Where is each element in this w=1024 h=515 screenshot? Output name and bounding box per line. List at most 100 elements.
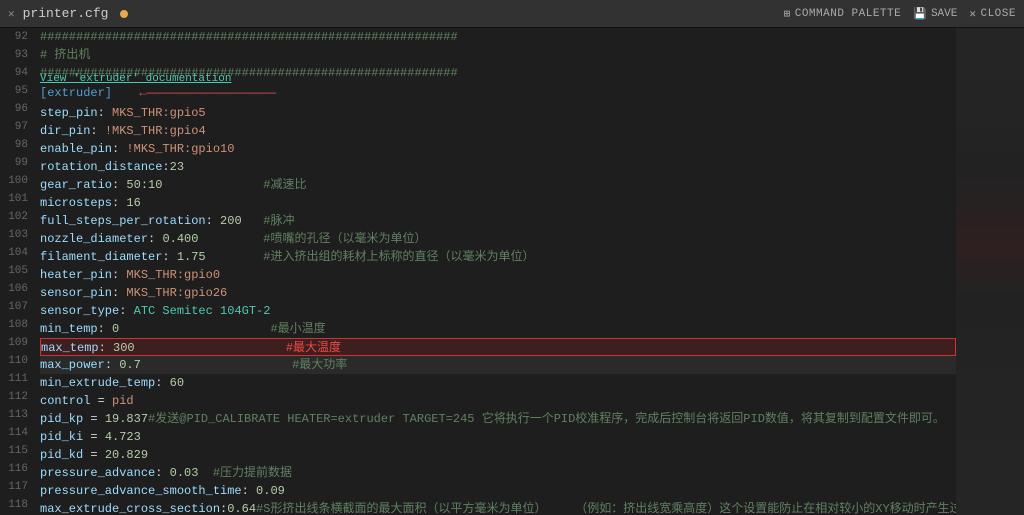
code-line: step_pin: MKS_THR:gpio5: [40, 104, 956, 122]
code-line: enable_pin: !MKS_THR:gpio10: [40, 140, 956, 158]
code-line: min_extrude_temp: 60: [40, 374, 956, 392]
titlebar: ✕ printer.cfg ⊞ COMMAND PALETTE 💾 SAVE ✕…: [0, 0, 1024, 28]
arrow-annotation: ←――――――――――――――――――: [139, 86, 276, 100]
code-key: heater_pin: [40, 268, 112, 282]
close-button[interactable]: ✕ CLOSE: [969, 7, 1016, 21]
code-value: !MKS_THR:gpio4: [105, 124, 206, 138]
code-value: 1.75: [177, 250, 206, 264]
command-palette-label: COMMAND PALETTE: [795, 8, 902, 20]
code-key: step_pin: [40, 106, 98, 120]
code-line: max_extrude_cross_section:0.64#S形挤出线条横截面…: [40, 500, 956, 515]
code-value: 16: [126, 196, 140, 210]
code-line: View 'extruder' documentation [extruder]…: [40, 84, 956, 102]
code-comment: #喷嘴的孔径（以毫米为单位）: [263, 232, 426, 246]
code-line: control = pid: [40, 392, 956, 410]
code-key: sensor_type: [40, 304, 119, 318]
code-line: heater_pin: MKS_THR:gpio0: [40, 266, 956, 284]
code-value: 4.723: [105, 430, 141, 444]
main-area: 92 93 94 95 96 97 98 99 100 101 102 103 …: [0, 28, 1024, 515]
code-comment: #最小温度: [270, 322, 325, 336]
code-key: enable_pin: [40, 142, 112, 156]
code-value: MKS_THR:gpio0: [126, 268, 220, 282]
code-line: dir_pin: !MKS_THR:gpio4: [40, 122, 956, 140]
code-key: microsteps: [40, 196, 112, 210]
code-line: rotation_distance:23: [40, 158, 956, 176]
code-key: control: [40, 394, 90, 408]
code-line: filament_diameter: 1.75 #进入挤出组的耗材上标称的直径（…: [40, 248, 956, 266]
code-line: pressure_advance: 0.03 #压力提前数据: [40, 464, 956, 482]
titlebar-left: ✕ printer.cfg: [8, 6, 128, 21]
code-comment: ########################################…: [40, 30, 458, 44]
code-key: filament_diameter: [40, 250, 162, 264]
window-close-icon[interactable]: ✕: [8, 7, 15, 21]
code-value: 0.64: [227, 502, 256, 515]
save-button[interactable]: 💾 SAVE: [913, 7, 957, 21]
code-comment: #发送@PID_CALIBRATE HEATER=extruder TARGET…: [148, 412, 945, 426]
save-icon: 💾: [913, 7, 927, 21]
filename-label: printer.cfg: [23, 6, 109, 21]
code-comment: #压力提前数据: [213, 466, 292, 480]
section-bracket: [extruder]: [40, 86, 112, 100]
code-value: 0.03: [170, 466, 199, 480]
code-area[interactable]: ########################################…: [36, 28, 956, 515]
code-line: nozzle_diameter: 0.400 #喷嘴的孔径（以毫米为单位）: [40, 230, 956, 248]
code-key: nozzle_diameter: [40, 232, 148, 246]
code-comment: #减速比: [263, 178, 306, 192]
code-line: max_power: 0.7 #最大功率: [40, 356, 956, 374]
code-value: 200: [220, 214, 242, 228]
modified-indicator: [120, 10, 128, 18]
code-line: pid_ki = 4.723: [40, 428, 956, 446]
code-value: 20.829: [105, 448, 148, 462]
code-key: gear_ratio: [40, 178, 112, 192]
code-key: pid_kp: [40, 412, 83, 426]
code-key: pid_kd: [40, 448, 83, 462]
code-key: max_temp: [41, 341, 99, 355]
code-line: # 挤出机: [40, 46, 956, 64]
code-value: 0.7: [119, 358, 141, 372]
command-palette-button[interactable]: ⊞ COMMAND PALETTE: [784, 7, 902, 21]
code-comment: #S形挤出线条横截面的最大面积（以平方毫米为单位） （例如：挤出线宽乘高度）这个…: [256, 502, 956, 515]
code-line: full_steps_per_rotation: 200 #脉冲: [40, 212, 956, 230]
code-value: 0.09: [256, 484, 285, 498]
code-key: dir_pin: [40, 124, 90, 138]
code-key: pressure_advance: [40, 466, 155, 480]
code-comment: # 挤出机: [40, 48, 90, 62]
code-line: gear_ratio: 50:10 #减速比: [40, 176, 956, 194]
code-line: microsteps: 16: [40, 194, 956, 212]
code-value: 23: [170, 160, 184, 174]
titlebar-right: ⊞ COMMAND PALETTE 💾 SAVE ✕ CLOSE: [784, 7, 1016, 21]
code-key: min_extrude_temp: [40, 376, 155, 390]
code-line: pid_kp = 19.837#发送@PID_CALIBRATE HEATER=…: [40, 410, 956, 428]
code-key: max_power: [40, 358, 105, 372]
code-value: !MKS_THR:gpio10: [126, 142, 234, 156]
save-label: SAVE: [931, 8, 957, 20]
code-key: full_steps_per_rotation: [40, 214, 206, 228]
code-comment: #脉冲: [263, 214, 294, 228]
code-line: pid_kd = 20.829: [40, 446, 956, 464]
close-label: CLOSE: [980, 8, 1016, 20]
code-line: pressure_advance_smooth_time: 0.09: [40, 482, 956, 500]
code-key: max_extrude_cross_section: [40, 502, 220, 515]
code-comment: #进入挤出组的耗材上标称的直径（以毫米为单位）: [263, 250, 534, 264]
code-value: 0.400: [162, 232, 198, 246]
extruder-doc-link[interactable]: View 'extruder' documentation: [40, 70, 231, 88]
code-key: pressure_advance_smooth_time: [40, 484, 242, 498]
editor[interactable]: 92 93 94 95 96 97 98 99 100 101 102 103 …: [0, 28, 1024, 515]
code-key: pid_ki: [40, 430, 83, 444]
code-line: sensor_type: ATC Semitec 104GT-2: [40, 302, 956, 320]
code-value: pid: [112, 394, 134, 408]
code-value: 60: [170, 376, 184, 390]
code-value: 19.837: [105, 412, 148, 426]
palette-icon: ⊞: [784, 7, 791, 21]
code-value: MKS_THR:gpio5: [112, 106, 206, 120]
code-line: min_temp: 0 #最小温度: [40, 320, 956, 338]
minimap: [956, 28, 1024, 515]
code-comment: #最大功率: [292, 358, 347, 372]
code-value: MKS_THR:gpio26: [126, 286, 227, 300]
code-comment: #最大温度: [286, 341, 341, 355]
code-key: min_temp: [40, 322, 98, 336]
code-line-selected: max_temp: 300 #最大温度: [40, 338, 956, 356]
code-key: sensor_pin: [40, 286, 112, 300]
code-value: ATC Semitec 104GT-2: [134, 304, 271, 318]
code-line: ########################################…: [40, 28, 956, 46]
